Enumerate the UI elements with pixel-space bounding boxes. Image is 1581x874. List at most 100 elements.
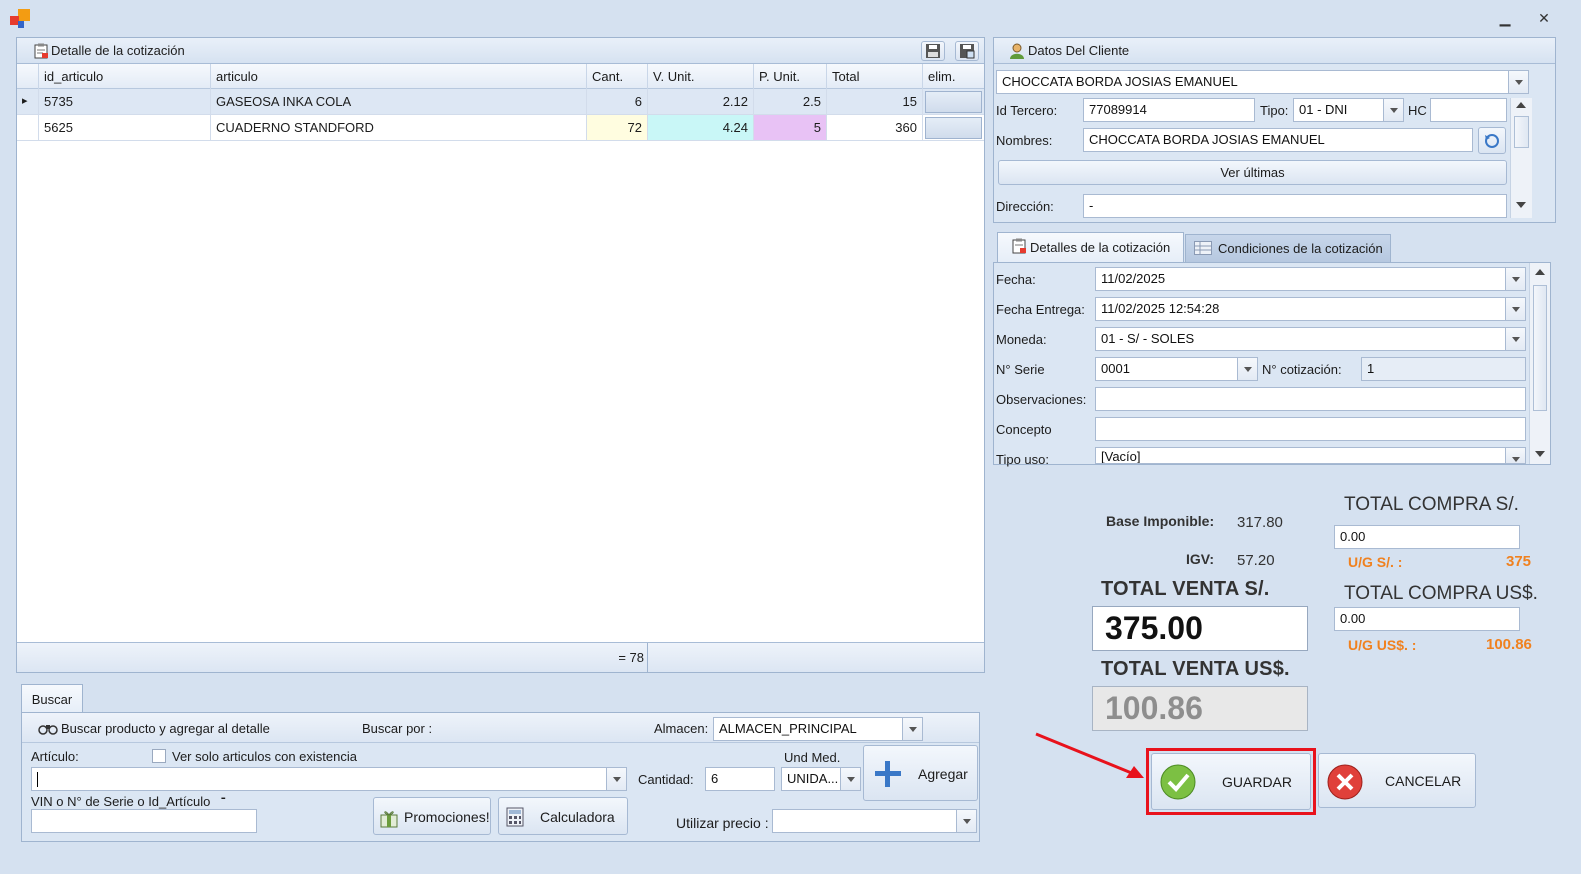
- col-articulo[interactable]: articulo: [211, 64, 587, 89]
- serie-select[interactable]: 0001: [1095, 357, 1258, 381]
- scroll-thumb[interactable]: [1514, 116, 1529, 148]
- cell-punit[interactable]: 5: [754, 115, 827, 140]
- cliente-scrollbar[interactable]: [1510, 98, 1532, 218]
- chevron-down-icon[interactable]: [1505, 448, 1525, 463]
- cotizacion-scrollbar[interactable]: [1529, 263, 1550, 464]
- chevron-down-icon[interactable]: [1508, 71, 1528, 93]
- total-venta-sol-label: TOTAL VENTA S/.: [1101, 578, 1270, 600]
- igv-value: 57.20: [1237, 552, 1275, 569]
- calculator-icon: [506, 807, 524, 827]
- fecha-picker[interactable]: 11/02/2025: [1095, 267, 1526, 291]
- cell-id[interactable]: 5735: [39, 89, 211, 114]
- floppy-icon: [926, 44, 940, 58]
- ver-ultimas-button[interactable]: Ver últimas: [998, 160, 1507, 185]
- detail-panel: Detalle de la cotización id_articulo art…: [16, 37, 985, 673]
- promociones-button[interactable]: Promociones!: [373, 797, 491, 835]
- tipo-doc-select[interactable]: 01 - DNI: [1293, 98, 1404, 122]
- cell-cant[interactable]: 6: [587, 89, 648, 114]
- vin-input[interactable]: [31, 809, 257, 833]
- id-tercero-input[interactable]: 77089914: [1083, 98, 1255, 122]
- chevron-down-icon[interactable]: [606, 768, 626, 790]
- tipo-uso-label: Tipo uso:: [996, 452, 1049, 467]
- cell-cant[interactable]: 72: [587, 115, 648, 140]
- num-cotizacion-field: 1: [1361, 357, 1526, 381]
- col-id-articulo[interactable]: id_articulo: [39, 64, 211, 89]
- cantidad-input[interactable]: 6: [705, 767, 775, 791]
- ug-sol-label: U/G S/. :: [1348, 554, 1403, 570]
- close-button[interactable]: ✕: [1533, 8, 1555, 28]
- scroll-down-icon[interactable]: [1516, 202, 1526, 208]
- agregar-button[interactable]: Agregar: [863, 745, 978, 801]
- existencia-checkbox[interactable]: [152, 749, 166, 763]
- und-med-select[interactable]: UNIDA...: [781, 767, 861, 791]
- almacen-label: Almacen:: [654, 721, 709, 736]
- concepto-input[interactable]: [1095, 417, 1526, 441]
- ug-usd-label: U/G US$. :: [1348, 637, 1417, 653]
- col-vunit[interactable]: V. Unit.: [648, 64, 754, 89]
- clipboard-icon: [1012, 238, 1026, 254]
- refresh-icon: [1485, 134, 1499, 148]
- scroll-down-icon[interactable]: [1535, 451, 1545, 457]
- cell-vunit[interactable]: 4.24: [648, 115, 754, 140]
- observaciones-input[interactable]: [1095, 387, 1526, 411]
- cantidad-label: Cantidad:: [638, 772, 694, 787]
- col-elim[interactable]: elim.: [923, 64, 984, 89]
- tab-buscar[interactable]: Buscar: [21, 684, 83, 713]
- vin-options-icon[interactable]: ⁃: [220, 791, 227, 807]
- cancelar-button[interactable]: CANCELAR: [1318, 753, 1476, 808]
- tab-condiciones-cotizacion[interactable]: Condiciones de la cotización: [1185, 234, 1391, 262]
- minimize-button[interactable]: ▁: [1494, 8, 1516, 28]
- tipo-uso-select[interactable]: [Vacío]: [1095, 447, 1526, 464]
- binoculars-icon: [38, 725, 58, 735]
- utilizar-precio-select[interactable]: [772, 809, 977, 833]
- save-grid-button[interactable]: [955, 41, 979, 61]
- moneda-label: Moneda:: [996, 332, 1047, 347]
- direccion-input[interactable]: -: [1083, 194, 1507, 218]
- chevron-down-icon[interactable]: [1505, 298, 1525, 320]
- cell-punit[interactable]: 2.5: [754, 89, 827, 114]
- cell-articulo[interactable]: CUADERNO STANDFORD: [211, 115, 587, 140]
- hc-input[interactable]: [1430, 98, 1507, 122]
- moneda-select[interactable]: 01 - S/ - SOLES: [1095, 327, 1526, 351]
- chevron-down-icon[interactable]: [1505, 268, 1525, 290]
- nombres-input[interactable]: CHOCCATA BORDA JOSIAS EMANUEL: [1083, 128, 1473, 152]
- cell-id[interactable]: 5625: [39, 115, 211, 140]
- cell-vunit[interactable]: 2.12: [648, 89, 754, 114]
- direccion-label: Dirección:: [996, 199, 1054, 214]
- fecha-entrega-value: 11/02/2025 12:54:28: [1101, 301, 1220, 316]
- cell-articulo[interactable]: GASEOSA INKA COLA: [211, 89, 587, 114]
- chevron-down-icon[interactable]: [1505, 328, 1525, 350]
- chevron-down-icon[interactable]: [956, 810, 976, 832]
- scroll-up-icon[interactable]: [1535, 269, 1545, 275]
- chevron-down-icon[interactable]: [1237, 358, 1257, 380]
- nombres-label: Nombres:: [996, 133, 1053, 148]
- fecha-label: Fecha:: [996, 272, 1036, 287]
- guardar-button[interactable]: GUARDAR: [1151, 753, 1311, 810]
- total-venta-usd-field: 100.86: [1092, 686, 1308, 731]
- refresh-button[interactable]: [1478, 127, 1506, 154]
- articulo-search-input[interactable]: [31, 767, 627, 791]
- delete-row-button[interactable]: [925, 117, 982, 139]
- save-layout-button[interactable]: [921, 41, 945, 61]
- fecha-entrega-picker[interactable]: 11/02/2025 12:54:28: [1095, 297, 1526, 321]
- articulo-label: Artículo:: [31, 749, 79, 764]
- und-med-value: UNIDA...: [787, 771, 839, 786]
- col-total[interactable]: Total: [827, 64, 923, 89]
- tipo-label: Tipo:: [1260, 103, 1289, 118]
- delete-row-button[interactable]: [925, 91, 982, 113]
- cliente-select[interactable]: CHOCCATA BORDA JOSIAS EMANUEL: [996, 70, 1529, 94]
- table-row[interactable]: 5625 CUADERNO STANDFORD 72 4.24 5 360: [17, 115, 984, 141]
- tipo-uso-value: [Vacío]: [1101, 449, 1141, 464]
- col-punit[interactable]: P. Unit.: [754, 64, 827, 89]
- col-cant[interactable]: Cant.: [587, 64, 648, 89]
- chevron-down-icon[interactable]: [1383, 99, 1403, 121]
- cliente-panel-header: Datos Del Cliente: [994, 38, 1555, 64]
- table-row[interactable]: ▸ 5735 GASEOSA INKA COLA 6 2.12 2.5 15: [17, 89, 984, 115]
- chevron-down-icon[interactable]: [840, 768, 860, 790]
- num-cotizacion-label: N° cotización:: [1262, 362, 1342, 377]
- chevron-down-icon[interactable]: [902, 718, 922, 740]
- scroll-thumb[interactable]: [1533, 285, 1547, 411]
- scroll-up-icon[interactable]: [1516, 102, 1526, 108]
- calculadora-button[interactable]: Calculadora: [498, 797, 628, 835]
- almacen-select[interactable]: ALMACEN_PRINCIPAL: [713, 717, 923, 741]
